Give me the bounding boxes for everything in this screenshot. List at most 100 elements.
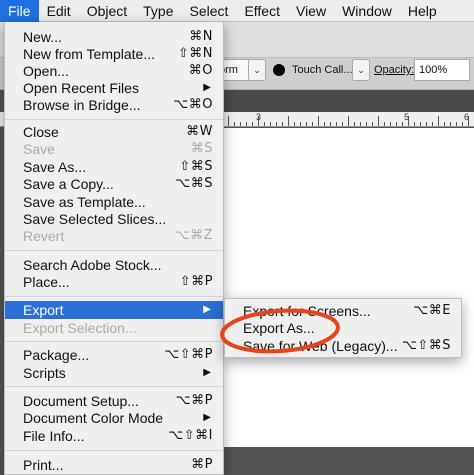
ruler-tick — [444, 122, 445, 126]
ruler-tick — [300, 122, 301, 126]
menu-item-scripts[interactable]: Scripts ▶ — [5, 364, 223, 382]
menu-item-label: Place... — [23, 274, 70, 290]
menu-window[interactable]: Window — [334, 0, 400, 22]
menu-item-save-as-template[interactable]: Save as Template... — [5, 193, 223, 211]
ruler-tick — [438, 116, 439, 126]
menu-item-save-a-copy[interactable]: Save a Copy... ⌥⌘S — [5, 175, 223, 193]
ruler-tick — [354, 122, 355, 126]
menu-select[interactable]: Select — [182, 0, 237, 22]
menu-item-print[interactable]: Print... ⌘P — [5, 456, 223, 474]
menu-item-label: Export As... — [243, 320, 315, 336]
menu-item-save-as[interactable]: Save As... ⇧⌘S — [5, 158, 223, 176]
menu-item-label: Browse in Bridge... — [23, 97, 141, 113]
ruler-tick — [294, 122, 295, 126]
menu-item-shortcut: ⌥⇧⌘P — [164, 347, 213, 362]
ruler-tick — [414, 122, 415, 126]
brush-name[interactable]: Touch Call... — [292, 59, 353, 81]
menu-help[interactable]: Help — [400, 0, 445, 22]
menu-item-save-for-web-legacy[interactable]: Save for Web (Legacy)... ⌥⇧⌘S — [225, 337, 461, 355]
menu-item-label: Save for Web (Legacy)... — [243, 338, 398, 354]
menu-separator — [5, 250, 223, 251]
menu-separator — [5, 386, 223, 387]
export-submenu: Export for Screens... ⌥⌘E Export As... S… — [224, 298, 462, 358]
menu-effect[interactable]: Effect — [236, 0, 288, 22]
ruler-tick — [450, 122, 451, 126]
menu-separator — [5, 450, 223, 451]
menu-item-shortcut: ⌥⇧⌘S — [401, 338, 451, 353]
menu-item-revert: Revert ⌥⌘Z — [5, 227, 223, 245]
menu-edit[interactable]: Edit — [39, 0, 79, 22]
menu-type[interactable]: Type — [135, 0, 181, 22]
opacity-label[interactable]: Opacity: — [374, 59, 414, 81]
menu-item-document-setup[interactable]: Document Setup... ⌥⌘P — [5, 392, 223, 410]
menu-item-export-for-screens[interactable]: Export for Screens... ⌥⌘E — [225, 302, 461, 320]
ruler-tick — [426, 122, 427, 126]
menu-item-place[interactable]: Place... ⇧⌘P — [5, 273, 223, 291]
brush-chevron-icon[interactable]: ⌄ — [352, 59, 370, 81]
menu-item-label: Export — [23, 302, 64, 318]
menu-item-shortcut: ⌘N — [189, 29, 213, 44]
menu-item-label: Export Selection... — [23, 320, 137, 336]
ruler-tick — [420, 122, 421, 126]
submenu-arrow-icon: ▶ — [203, 367, 211, 378]
menu-separator — [5, 119, 223, 120]
ruler-tick — [372, 122, 373, 126]
menu-item-label: Document Color Mode — [23, 410, 164, 426]
submenu-arrow-icon: ▶ — [203, 304, 211, 315]
menu-item-shortcut: ⌥⇧⌘I — [168, 428, 213, 443]
menu-item-shortcut: ⌘S — [190, 141, 213, 156]
menu-item-export[interactable]: Export ▶ — [5, 301, 223, 319]
brush-swatch-icon[interactable] — [273, 64, 285, 76]
menu-item-shortcut: ⌘P — [191, 457, 213, 472]
menu-item-shortcut: ⌥⌘Z — [174, 228, 213, 243]
menu-item-shortcut: ⌥⌘S — [175, 176, 213, 191]
menu-item-new[interactable]: New... ⌘N — [5, 28, 223, 46]
ruler-tick — [360, 122, 361, 126]
menu-item-open[interactable]: Open... ⌘O — [5, 62, 223, 80]
ruler-tick — [462, 122, 463, 126]
menu-item-label: Revert — [23, 228, 65, 244]
menu-separator — [5, 296, 223, 297]
menu-view[interactable]: View — [288, 0, 334, 22]
menu-item-document-color-mode[interactable]: Document Color Mode ▶ — [5, 409, 223, 427]
menu-separator — [5, 341, 223, 342]
menu-item-label: Save a Copy... — [23, 176, 114, 192]
menu-item-label: Open... — [23, 63, 69, 79]
ruler-tick — [378, 116, 379, 126]
menu-item-label: Save as Template... — [23, 194, 146, 210]
menu-item-shortcut: ⌥⌘O — [173, 97, 213, 112]
menu-item-file-info[interactable]: File Info... ⌥⇧⌘I — [5, 427, 223, 445]
artboard[interactable] — [224, 128, 474, 447]
menu-item-browse-in-bridge[interactable]: Browse in Bridge... ⌥⌘O — [5, 96, 223, 114]
ruler-tick — [228, 116, 229, 126]
ruler-tick — [276, 122, 277, 126]
menu-item-close[interactable]: Close ⌘W — [5, 123, 223, 141]
document-tab-area — [224, 90, 474, 112]
opacity-field[interactable]: 100% — [414, 59, 470, 81]
ruler-tick — [396, 122, 397, 126]
ruler-tick — [306, 122, 307, 126]
file-menu: New... ⌘N New from Template... ⇧⌘N Open.… — [4, 22, 224, 475]
menu-item-label: File Info... — [23, 428, 85, 444]
menu-item-label: Open Recent Files — [23, 80, 139, 96]
menu-item-save-selected-slices[interactable]: Save Selected Slices... — [5, 210, 223, 228]
ruler-tick — [402, 122, 403, 126]
ruler-tick — [282, 122, 283, 126]
menu-item-label: New from Template... — [23, 46, 156, 62]
menu-item-export-as[interactable]: Export As... — [225, 319, 461, 337]
ruler-tick — [270, 122, 271, 126]
menu-item-label: Save As... — [23, 159, 87, 175]
stroke-profile-chevron-icon[interactable]: ⌄ — [248, 59, 266, 81]
menu-file[interactable]: File — [0, 0, 39, 22]
ruler-tick — [330, 122, 331, 126]
menu-item-new-from-template[interactable]: New from Template... ⇧⌘N — [5, 45, 223, 63]
ruler-tick — [348, 116, 349, 126]
menu-item-search-adobe-stock[interactable]: Search Adobe Stock... — [5, 256, 223, 274]
menu-item-open-recent-files[interactable]: Open Recent Files ▶ — [5, 79, 223, 97]
submenu-arrow-icon: ▶ — [203, 412, 211, 423]
submenu-arrow-icon: ▶ — [203, 82, 211, 93]
ruler-tick — [246, 122, 247, 126]
menu-item-label: Close — [23, 124, 59, 140]
menu-item-package[interactable]: Package... ⌥⇧⌘P — [5, 346, 223, 364]
menu-object[interactable]: Object — [79, 0, 135, 22]
